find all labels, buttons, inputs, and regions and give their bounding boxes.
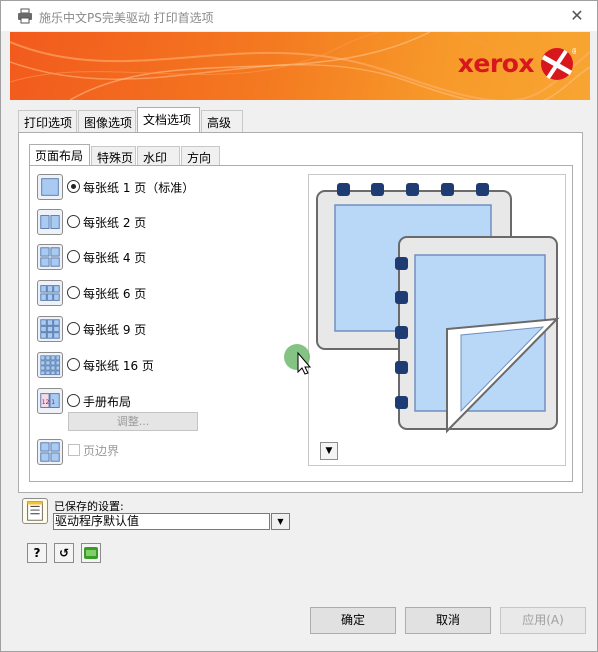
- printer-icon: [18, 8, 32, 24]
- radio-16up[interactable]: [67, 358, 80, 371]
- 16-up-icon: [37, 352, 63, 378]
- radio-9up[interactable]: [67, 322, 80, 335]
- page-border-label: 页边界: [83, 444, 120, 458]
- page-border-checkbox[interactable]: [68, 444, 80, 456]
- trademark-mark: ®: [571, 47, 576, 56]
- page-border-icon: [37, 439, 63, 465]
- radio-booklet[interactable]: [67, 394, 80, 407]
- tab-image-options[interactable]: 图像选项: [78, 110, 136, 132]
- saved-settings-label: 已保存的设置:: [54, 500, 124, 513]
- booklet-preview-illustration: [316, 183, 560, 434]
- 6-up-icon: [37, 280, 63, 306]
- tab-print-options[interactable]: 打印选项: [18, 110, 77, 132]
- subtab-orientation[interactable]: 方向: [181, 146, 220, 166]
- layout-preview: [308, 174, 566, 466]
- printer-status-icon: [84, 547, 98, 559]
- help-button[interactable]: ?: [27, 543, 47, 563]
- mouse-cursor-icon: [284, 344, 312, 375]
- booklet-icon: 12 1: [37, 388, 63, 414]
- layout-option-label: 手册布局: [83, 395, 132, 409]
- print-preferences-window: 施乐中文PS完美驱动 打印首选项 ✕ xerox ® 打印选项 图像选项 文档选…: [0, 0, 598, 652]
- xerox-banner: xerox ®: [10, 32, 590, 100]
- subtab-special-pages[interactable]: 特殊页: [91, 146, 136, 166]
- tab-document-options[interactable]: 文档选项: [137, 107, 200, 133]
- layout-option-label: 每张纸 9 页: [83, 323, 147, 337]
- 1-up-icon: [37, 174, 63, 200]
- layout-option-label: 每张纸 6 页: [83, 287, 147, 301]
- saved-settings-dropdown-arrow[interactable]: ▼: [271, 513, 290, 530]
- close-button[interactable]: ✕: [567, 6, 587, 26]
- layout-option-label: 每张纸 2 页: [83, 216, 147, 230]
- radio-6up[interactable]: [67, 286, 80, 299]
- layout-option-label: 每张纸 1 页（标准）: [83, 181, 195, 195]
- window-title: 施乐中文PS完美驱动 打印首选项: [39, 11, 214, 25]
- subtab-page-layout[interactable]: 页面布局: [29, 144, 90, 167]
- xerox-logo-text: xerox: [457, 49, 535, 78]
- xerox-logo-icon: ®: [541, 47, 576, 80]
- 4-up-icon: [37, 244, 63, 270]
- title-bar: 施乐中文PS完美驱动 打印首选项 ✕: [1, 1, 597, 31]
- cancel-button[interactable]: 取消: [405, 607, 491, 634]
- radio-1up[interactable]: [67, 180, 80, 193]
- 2-up-icon: [37, 209, 63, 235]
- adjust-button[interactable]: 调整...: [68, 412, 198, 431]
- saved-settings-icon: [22, 498, 48, 524]
- subtab-watermark[interactable]: 水印: [137, 146, 180, 166]
- preview-dropdown-button[interactable]: ▼: [320, 442, 338, 460]
- ok-button[interactable]: 确定: [310, 607, 396, 634]
- apply-button[interactable]: 应用(A): [500, 607, 586, 634]
- layout-option-label: 每张纸 16 页: [83, 359, 154, 373]
- booklet-badge: 12 1: [42, 399, 56, 406]
- reset-button[interactable]: ↺: [54, 543, 74, 563]
- layout-option-label: 每张纸 4 页: [83, 251, 147, 265]
- saved-settings-select[interactable]: 驱动程序默认值: [53, 513, 270, 530]
- radio-4up[interactable]: [67, 250, 80, 263]
- tab-advanced[interactable]: 高级: [201, 110, 243, 132]
- radio-2up[interactable]: [67, 215, 80, 228]
- help-icon: ?: [33, 546, 41, 560]
- reset-icon: ↺: [58, 546, 70, 560]
- printer-status-button[interactable]: [81, 543, 101, 563]
- 9-up-icon: [37, 316, 63, 342]
